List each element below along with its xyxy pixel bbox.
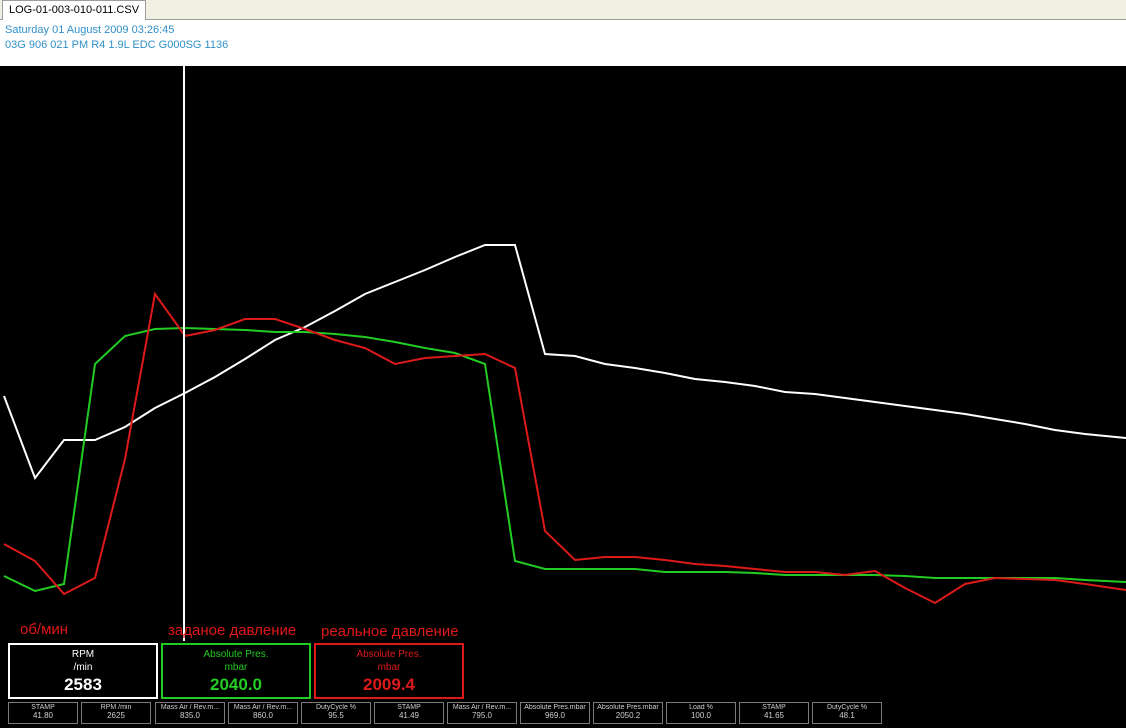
mini-name: DutyCycle % [826,704,868,711]
mini-rpm[interactable]: RPM /min 2625 [81,702,151,724]
mini-name: Load % [689,704,713,711]
rpm-trace [3,244,1126,481]
mini-duty-cycle-1[interactable]: DutyCycle % 95.5 [301,702,371,724]
actual-pressure-trace [3,291,1126,605]
mini-mass-air-1[interactable]: Mass Air / Rev.m... 835.0 [155,702,225,724]
mini-value: 95.5 [328,711,344,720]
annotation-actual-pressure: реальное давление [321,623,459,640]
ecu-info: 03G 906 021 PM R4 1.9L EDC G000SG 1136 [5,39,229,51]
mini-name: DutyCycle % [315,704,357,711]
mini-name: STAMP [31,704,55,711]
tab-log-file[interactable]: LOG-01-003-010-011.CSV [2,0,147,20]
mini-value: 2625 [107,711,125,720]
gauge-value: 2009.4 [363,675,415,694]
mini-name: Mass Air / Rev.m... [160,704,220,711]
gauge-unit: /min [73,662,93,673]
gauge-rpm[interactable]: RPM /min 2583 [8,643,158,699]
gauge-target-pressure[interactable]: Absolute Pres. mbar 2040.0 [161,643,311,699]
gauge-unit: mbar [377,662,401,673]
annotation-target-pressure: заданое давление [168,622,297,639]
mini-mass-air-2[interactable]: Mass Air / Rev.m... 860.0 [228,702,298,724]
annotation-rpm: об/мин [20,621,69,638]
mini-value: 41.49 [398,711,420,720]
mini-stamp-2[interactable]: STAMP 41.49 [374,702,444,724]
mini-value: 2050.2 [615,711,641,720]
mini-value: 41.80 [32,711,54,720]
mini-duty-cycle-2[interactable]: DutyCycle % 48.1 [812,702,882,724]
gauge-name: Absolute Pres. [203,649,269,660]
mini-load[interactable]: Load % 100.0 [666,702,736,724]
mini-name: RPM /min [100,704,132,711]
mini-name: Mass Air / Rev.m... [233,704,293,711]
graph-area[interactable]: об/мин заданое давление реальное давлени… [0,66,1126,728]
gauge-value: 2040.0 [210,675,262,694]
gauge-unit: mbar [224,662,248,673]
mini-value: 860.0 [252,711,274,720]
mini-name: Absolute Pres.mbar [597,704,659,711]
mini-value: 48.1 [839,711,855,720]
mini-stamp-1[interactable]: STAMP 41.80 [8,702,78,724]
mini-name: STAMP [762,704,786,711]
mini-name: Absolute Pres.mbar [524,704,586,711]
gauge-value: 2583 [64,675,102,694]
mini-abs-pres-2[interactable]: Absolute Pres.mbar 2050.2 [593,702,663,724]
log-header: Saturday 01 August 2009 03:26:45 03G 906… [0,20,1126,66]
gauge-name: RPM [71,649,95,660]
mini-mass-air-3[interactable]: Mass Air / Rev.m... 795.0 [447,702,517,724]
gauge-actual-pressure[interactable]: Absolute Pres. mbar 2009.4 [314,643,464,699]
mini-name: STAMP [397,704,421,711]
tab-strip: LOG-01-003-010-011.CSV [0,0,1126,20]
gauge-name: Absolute Pres. [356,649,422,660]
mini-value: 100.0 [690,711,712,720]
mini-abs-pres-1[interactable]: Absolute Pres.mbar 969.0 [520,702,590,724]
mini-value: 969.0 [544,711,566,720]
mini-value: 41.65 [763,711,785,720]
log-datetime: Saturday 01 August 2009 03:26:45 [5,24,175,36]
mini-stamp-3[interactable]: STAMP 41.65 [739,702,809,724]
mini-name: Mass Air / Rev.m... [452,704,512,711]
mini-value: 835.0 [179,711,201,720]
mini-value: 795.0 [471,711,493,720]
